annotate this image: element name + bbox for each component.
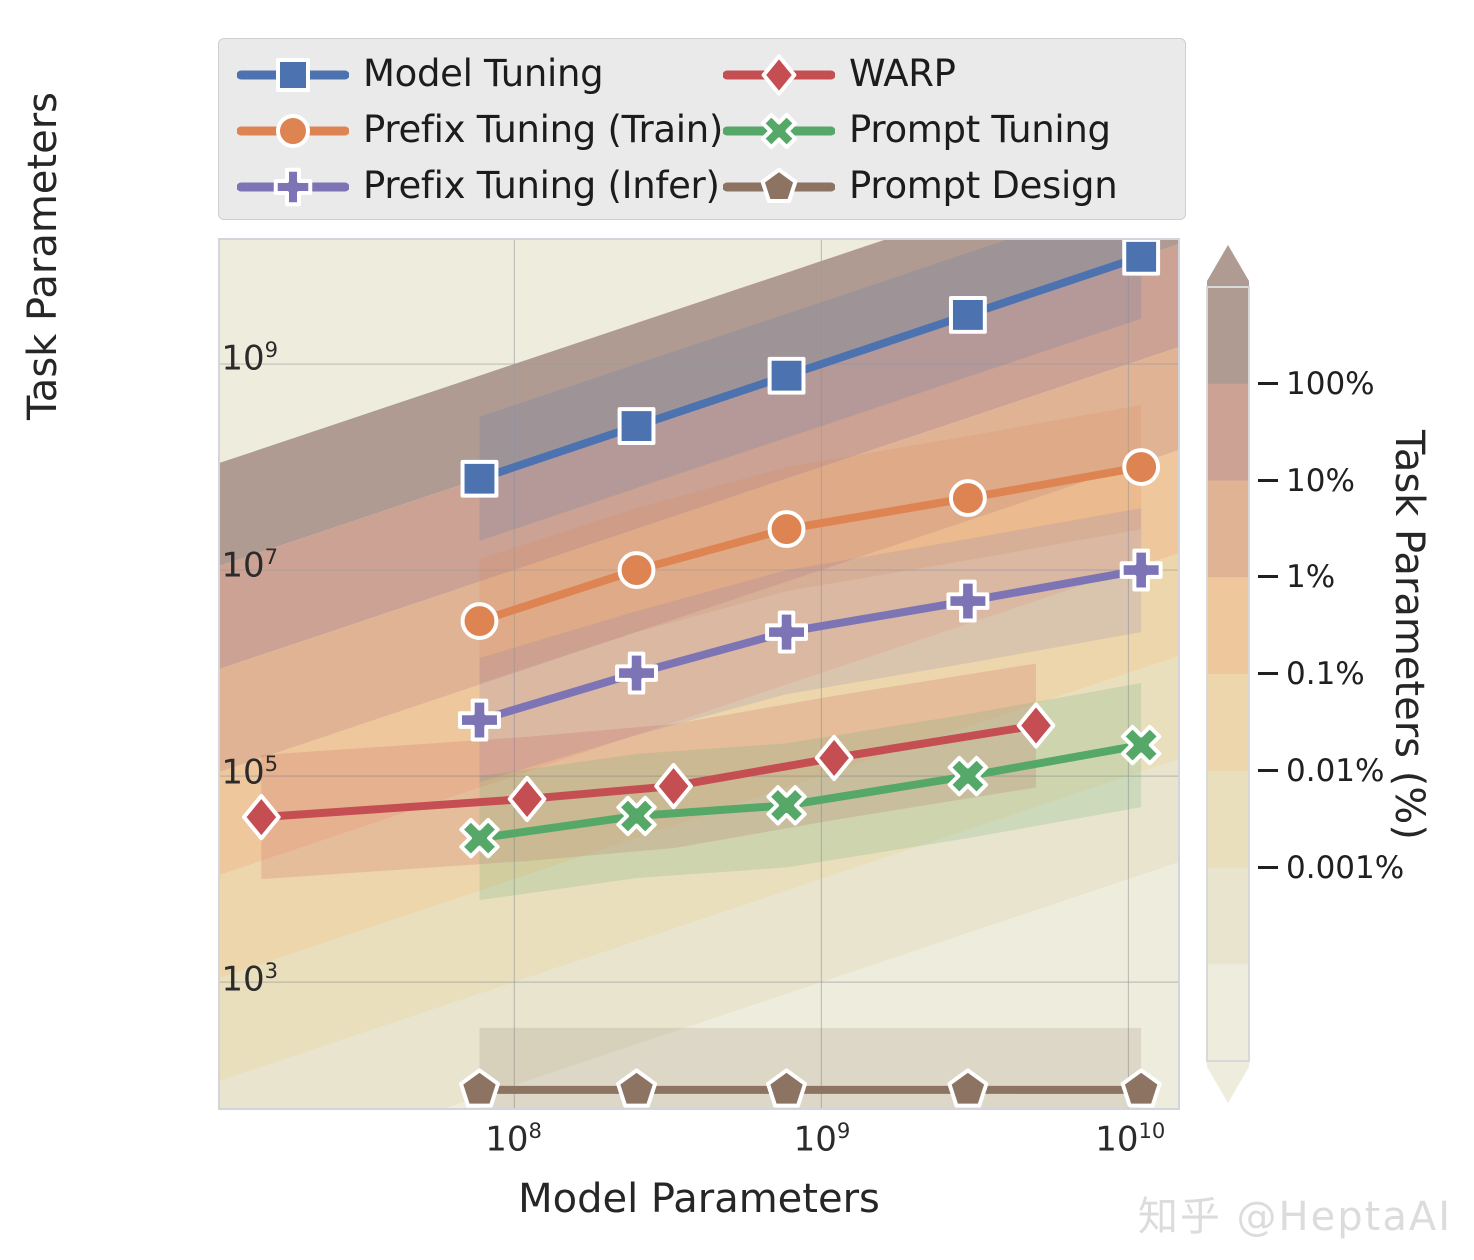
legend-label: Prefix Tuning (Train) [363,107,723,151]
square-marker-icon [236,58,350,92]
colorbar-label: Task Parameters (%) [1386,430,1432,840]
legend-entry-prefix-tuning-train: Prefix Tuning (Train) [236,107,723,151]
y-tick-label: 103 [221,957,278,999]
chart-legend: Model Tuning WARP Prefix Tuning (Train) … [218,38,1186,220]
colorbar-tick-label: 10% [1258,463,1355,499]
colorbar-tick-label: 0.01% [1258,753,1384,789]
plot-area [218,238,1180,1110]
x-marker-icon [722,112,836,150]
legend-swatch-prompt-design [722,165,836,205]
x-tick-label: 108 [485,1118,542,1160]
colorbar-tick-label: 1% [1258,559,1335,595]
legend-label: WARP [849,51,956,95]
legend-entry-prompt-tuning: Prompt Tuning [722,107,1171,151]
data-series-layer [242,240,1163,1108]
x-tick-label: 1010 [1095,1118,1166,1160]
colorbar [1203,243,1253,1105]
colorbar-tick-label: 0.001% [1258,850,1404,886]
y-tick-label: 107 [221,543,278,585]
x-tick-label: 109 [793,1118,851,1160]
legend-entry-prompt-design: Prompt Design [722,163,1171,207]
y-axis-label: Task Parameters [20,92,66,420]
pentagon-marker-icon [722,167,836,203]
legend-swatch-prompt-tuning [722,109,836,150]
legend-swatch-warp [722,53,836,96]
y-tick-label: 109 [221,336,278,378]
colorbar-tick-label: 100% [1258,366,1375,402]
legend-entry-prefix-tuning-infer: Prefix Tuning (Infer) [236,163,723,207]
diamond-marker-icon [722,54,836,96]
legend-swatch-prefix-tuning-infer [236,165,350,207]
legend-entry-warp: WARP [722,51,1171,96]
legend-swatch-model-tuning [236,53,350,93]
x-axis-label: Model Parameters [518,1176,880,1222]
legend-swatch-prefix-tuning-train [236,109,350,149]
y-tick-label: 105 [221,750,278,792]
legend-label: Prefix Tuning (Infer) [363,163,720,207]
legend-label: Model Tuning [363,51,604,95]
watermark: 知乎 @HeptaAI [1137,1194,1452,1240]
legend-label: Prompt Design [849,163,1118,207]
legend-entry-model-tuning: Model Tuning [236,51,723,95]
plus-marker-icon [236,167,350,207]
legend-label: Prompt Tuning [849,107,1111,151]
colorbar-tick-label: 0.1% [1258,656,1365,692]
circle-marker-icon [236,114,350,148]
